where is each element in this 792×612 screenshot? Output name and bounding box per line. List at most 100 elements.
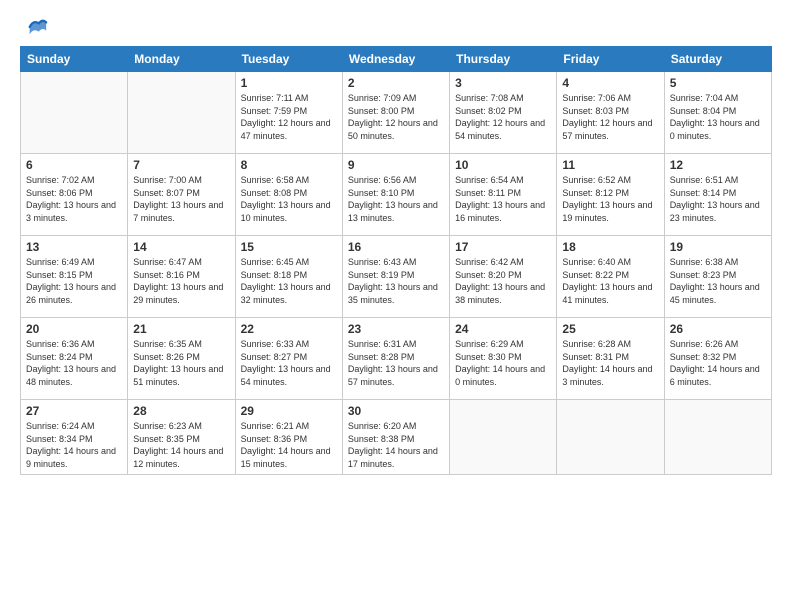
- weekday-header: Tuesday: [235, 47, 342, 72]
- day-info: Sunrise: 7:00 AM Sunset: 8:07 PM Dayligh…: [133, 174, 229, 224]
- day-number: 3: [455, 76, 551, 90]
- day-info: Sunrise: 6:51 AM Sunset: 8:14 PM Dayligh…: [670, 174, 766, 224]
- day-info: Sunrise: 6:21 AM Sunset: 8:36 PM Dayligh…: [241, 420, 337, 470]
- day-number: 20: [26, 322, 122, 336]
- calendar-cell: 15Sunrise: 6:45 AM Sunset: 8:18 PM Dayli…: [235, 236, 342, 318]
- logo-icon: [26, 16, 48, 38]
- day-info: Sunrise: 6:38 AM Sunset: 8:23 PM Dayligh…: [670, 256, 766, 306]
- calendar-week-row: 27 Sunrise: 6:24 AM Sunset: 8:34 PM Dayli…: [21, 400, 772, 475]
- day-info: Sunrise: 6:56 AM Sunset: 8:10 PM Dayligh…: [348, 174, 444, 224]
- day-info: Sunrise: 6:40 AM Sunset: 8:22 PM Dayligh…: [562, 256, 658, 306]
- weekday-header: Sunday: [21, 47, 128, 72]
- day-number: 27: [26, 404, 122, 418]
- day-number: 2: [348, 76, 444, 90]
- weekday-header: Monday: [128, 47, 235, 72]
- weekday-header: Wednesday: [342, 47, 449, 72]
- day-number: 28: [133, 404, 229, 418]
- calendar-cell: 9 Sunrise: 6:56 AM Sunset: 8:10 PM Daylig…: [342, 154, 449, 236]
- day-info: Sunrise: 6:43 AM Sunset: 8:19 PM Dayligh…: [348, 256, 444, 306]
- calendar-cell: 5 Sunrise: 7:04 AM Sunset: 8:04 PM Daylig…: [664, 72, 771, 154]
- calendar-cell: 10 Sunrise: 6:54 AM Sunset: 8:11 PM Dayli…: [450, 154, 557, 236]
- day-number: 12: [670, 158, 766, 172]
- calendar-cell: 3 Sunrise: 7:08 AM Sunset: 8:02 PM Daylig…: [450, 72, 557, 154]
- calendar-cell: 4Sunrise: 7:06 AM Sunset: 8:03 PM Daylig…: [557, 72, 664, 154]
- calendar-table: SundayMondayTuesdayWednesdayThursdayFrid…: [20, 46, 772, 475]
- day-number: 9: [348, 158, 444, 172]
- calendar-cell: [664, 400, 771, 475]
- day-number: 1: [241, 76, 337, 90]
- calendar-cell: 29 Sunrise: 6:21 AM Sunset: 8:36 PM Dayli…: [235, 400, 342, 475]
- day-info: Sunrise: 7:08 AM Sunset: 8:02 PM Dayligh…: [455, 92, 551, 142]
- day-info: Sunrise: 7:11 AM Sunset: 7:59 PM Dayligh…: [241, 92, 337, 142]
- day-number: 4: [562, 76, 658, 90]
- day-number: 6: [26, 158, 122, 172]
- calendar-cell: [450, 400, 557, 475]
- calendar-cell: 8 Sunrise: 6:58 AM Sunset: 8:08 PM Daylig…: [235, 154, 342, 236]
- calendar-cell: 13 Sunrise: 6:49 AM Sunset: 8:15 PM Dayli…: [21, 236, 128, 318]
- day-number: 30: [348, 404, 444, 418]
- day-info: Sunrise: 6:20 AM Sunset: 8:38 PM Dayligh…: [348, 420, 444, 470]
- calendar-cell: 24 Sunrise: 6:29 AM Sunset: 8:30 PM Dayli…: [450, 318, 557, 400]
- calendar-cell: 12 Sunrise: 6:51 AM Sunset: 8:14 PM Dayli…: [664, 154, 771, 236]
- day-number: 10: [455, 158, 551, 172]
- weekday-header: Saturday: [664, 47, 771, 72]
- day-info: Sunrise: 6:36 AM Sunset: 8:24 PM Dayligh…: [26, 338, 122, 388]
- logo: [20, 16, 48, 38]
- calendar-cell: 22Sunrise: 6:33 AM Sunset: 8:27 PM Dayli…: [235, 318, 342, 400]
- calendar-cell: 1 Sunrise: 7:11 AM Sunset: 7:59 PM Daylig…: [235, 72, 342, 154]
- calendar-cell: 28 Sunrise: 6:23 AM Sunset: 8:35 PM Dayli…: [128, 400, 235, 475]
- calendar-cell: 20 Sunrise: 6:36 AM Sunset: 8:24 PM Dayli…: [21, 318, 128, 400]
- calendar-cell: 14 Sunrise: 6:47 AM Sunset: 8:16 PM Dayli…: [128, 236, 235, 318]
- day-number: 8: [241, 158, 337, 172]
- day-number: 13: [26, 240, 122, 254]
- weekday-header-row: SundayMondayTuesdayWednesdayThursdayFrid…: [21, 47, 772, 72]
- day-info: Sunrise: 6:47 AM Sunset: 8:16 PM Dayligh…: [133, 256, 229, 306]
- day-info: Sunrise: 6:45 AM Sunset: 8:18 PM Dayligh…: [241, 256, 337, 306]
- day-info: Sunrise: 6:26 AM Sunset: 8:32 PM Dayligh…: [670, 338, 766, 388]
- day-number: 29: [241, 404, 337, 418]
- calendar-cell: 16 Sunrise: 6:43 AM Sunset: 8:19 PM Dayli…: [342, 236, 449, 318]
- day-number: 5: [670, 76, 766, 90]
- day-number: 7: [133, 158, 229, 172]
- day-info: Sunrise: 6:23 AM Sunset: 8:35 PM Dayligh…: [133, 420, 229, 470]
- day-number: 14: [133, 240, 229, 254]
- calendar-cell: 25Sunrise: 6:28 AM Sunset: 8:31 PM Dayli…: [557, 318, 664, 400]
- header: [20, 16, 772, 38]
- day-info: Sunrise: 6:31 AM Sunset: 8:28 PM Dayligh…: [348, 338, 444, 388]
- weekday-header: Friday: [557, 47, 664, 72]
- calendar-week-row: 20 Sunrise: 6:36 AM Sunset: 8:24 PM Dayli…: [21, 318, 772, 400]
- day-number: 26: [670, 322, 766, 336]
- day-info: Sunrise: 6:28 AM Sunset: 8:31 PM Dayligh…: [562, 338, 658, 388]
- day-info: Sunrise: 6:52 AM Sunset: 8:12 PM Dayligh…: [562, 174, 658, 224]
- calendar-week-row: 6 Sunrise: 7:02 AM Sunset: 8:06 PM Daylig…: [21, 154, 772, 236]
- calendar-cell: 18 Sunrise: 6:40 AM Sunset: 8:22 PM Dayli…: [557, 236, 664, 318]
- day-number: 16: [348, 240, 444, 254]
- day-info: Sunrise: 6:35 AM Sunset: 8:26 PM Dayligh…: [133, 338, 229, 388]
- weekday-header: Thursday: [450, 47, 557, 72]
- day-info: Sunrise: 6:58 AM Sunset: 8:08 PM Dayligh…: [241, 174, 337, 224]
- calendar-cell: 27 Sunrise: 6:24 AM Sunset: 8:34 PM Dayli…: [21, 400, 128, 475]
- day-info: Sunrise: 6:24 AM Sunset: 8:34 PM Dayligh…: [26, 420, 122, 470]
- day-info: Sunrise: 7:09 AM Sunset: 8:00 PM Dayligh…: [348, 92, 444, 142]
- day-info: Sunrise: 7:04 AM Sunset: 8:04 PM Dayligh…: [670, 92, 766, 142]
- day-info: Sunrise: 7:02 AM Sunset: 8:06 PM Dayligh…: [26, 174, 122, 224]
- day-number: 23: [348, 322, 444, 336]
- calendar-cell: 17Sunrise: 6:42 AM Sunset: 8:20 PM Dayli…: [450, 236, 557, 318]
- day-number: 11: [562, 158, 658, 172]
- calendar-cell: 19 Sunrise: 6:38 AM Sunset: 8:23 PM Dayli…: [664, 236, 771, 318]
- day-number: 17: [455, 240, 551, 254]
- day-info: Sunrise: 6:29 AM Sunset: 8:30 PM Dayligh…: [455, 338, 551, 388]
- day-info: Sunrise: 6:54 AM Sunset: 8:11 PM Dayligh…: [455, 174, 551, 224]
- calendar-cell: 30 Sunrise: 6:20 AM Sunset: 8:38 PM Dayli…: [342, 400, 449, 475]
- calendar-cell: [21, 72, 128, 154]
- calendar-cell: 26 Sunrise: 6:26 AM Sunset: 8:32 PM Dayli…: [664, 318, 771, 400]
- calendar-week-row: 13 Sunrise: 6:49 AM Sunset: 8:15 PM Dayli…: [21, 236, 772, 318]
- day-number: 22: [241, 322, 337, 336]
- calendar-week-row: 1 Sunrise: 7:11 AM Sunset: 7:59 PM Daylig…: [21, 72, 772, 154]
- day-number: 24: [455, 322, 551, 336]
- calendar-cell: 6 Sunrise: 7:02 AM Sunset: 8:06 PM Daylig…: [21, 154, 128, 236]
- day-number: 19: [670, 240, 766, 254]
- day-number: 18: [562, 240, 658, 254]
- calendar-cell: 7 Sunrise: 7:00 AM Sunset: 8:07 PM Daylig…: [128, 154, 235, 236]
- day-info: Sunrise: 6:49 AM Sunset: 8:15 PM Dayligh…: [26, 256, 122, 306]
